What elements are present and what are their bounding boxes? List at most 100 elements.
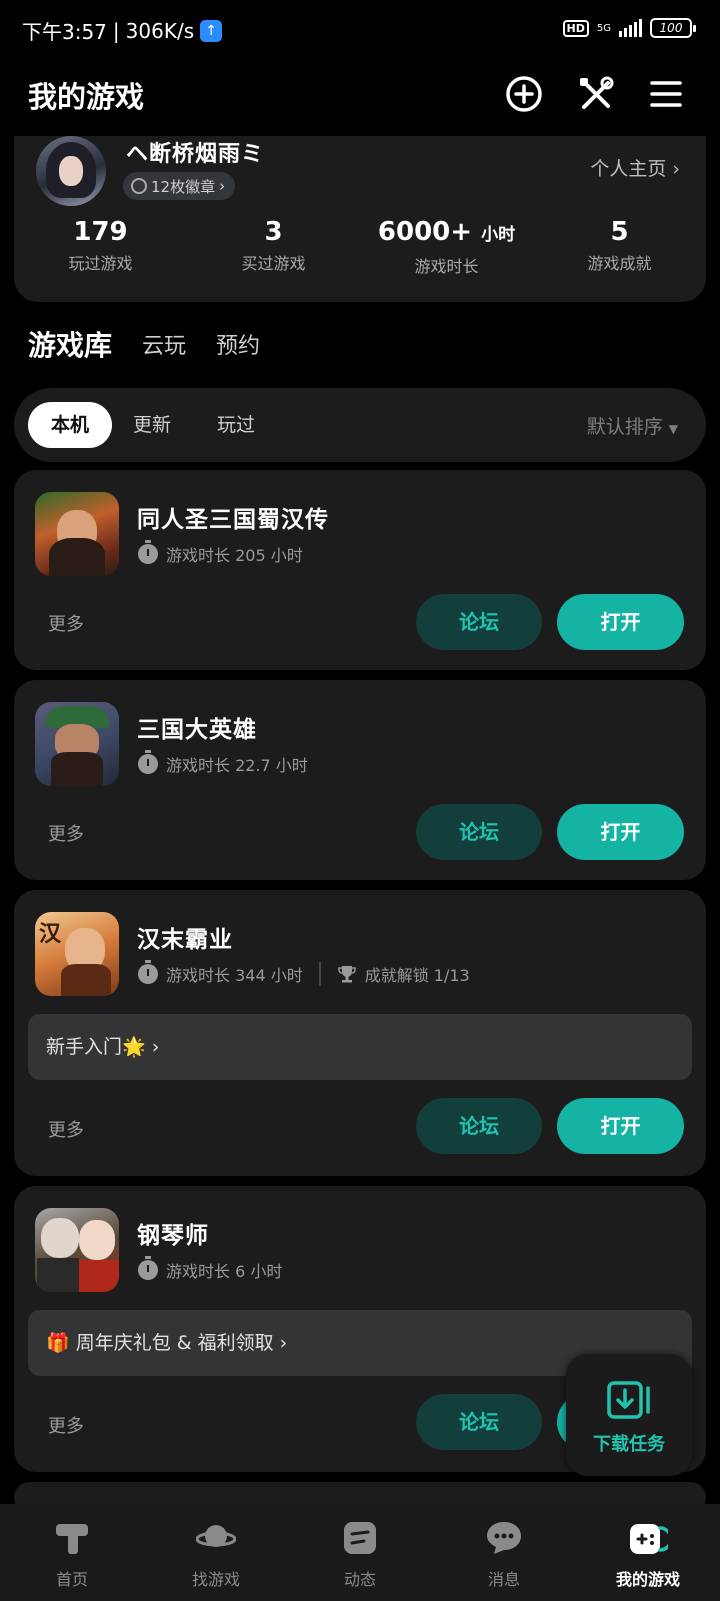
- profile-card: ヘ断桥烟雨ミ 12枚徽章 › 个人主页 › 179 玩过游戏 3 买过游戏 60…: [14, 136, 706, 302]
- stat-value: 3: [264, 217, 283, 247]
- timer-icon: [138, 960, 158, 984]
- game-card[interactable]: 同人圣三国蜀汉传 游戏时长 205 小时 更多 论坛 打开: [14, 470, 706, 670]
- menu-icon[interactable]: [646, 74, 686, 114]
- nav-label: 动态: [343, 1570, 376, 1589]
- medal-icon: [131, 178, 147, 194]
- game-meta: 游戏时长 22.7 小时: [138, 750, 308, 776]
- filter-local[interactable]: 本机: [28, 402, 112, 448]
- tab-reservations[interactable]: 预约: [216, 328, 260, 364]
- battery-icon: 100: [650, 18, 696, 38]
- forum-button[interactable]: 论坛: [416, 1098, 542, 1154]
- stat-label: 游戏时长: [414, 257, 479, 276]
- game-name: 三国大英雄: [137, 717, 257, 743]
- stats-row: 179 玩过游戏 3 买过游戏 6000+ 小时 游戏时长 5 游戏成就: [14, 216, 706, 277]
- stat-playtime[interactable]: 6000+ 小时 游戏时长: [360, 216, 533, 277]
- more-button[interactable]: 更多: [48, 610, 84, 636]
- filter-played[interactable]: 玩过: [200, 402, 272, 448]
- stat-achievements[interactable]: 5 游戏成就: [533, 216, 706, 277]
- gamepad-icon: [630, 1524, 668, 1554]
- chevron-right-icon: ›: [279, 1332, 288, 1354]
- stat-unit: 小时: [481, 225, 516, 245]
- status-separator: |: [112, 18, 120, 43]
- more-button[interactable]: 更多: [48, 1412, 84, 1438]
- tools-icon[interactable]: [576, 74, 616, 114]
- download-tasks-button[interactable]: 下载任务: [566, 1354, 692, 1476]
- chevron-right-icon: ›: [672, 158, 680, 180]
- medals-label: 12枚徽章: [151, 177, 216, 196]
- more-button[interactable]: 更多: [48, 1116, 84, 1142]
- nav-label: 消息: [487, 1570, 520, 1589]
- game-card[interactable]: 三国大英雄 游戏时长 22.7 小时 更多 论坛 打开: [14, 680, 706, 880]
- open-button[interactable]: 打开: [557, 804, 684, 860]
- stat-bought[interactable]: 3 买过游戏: [187, 216, 360, 277]
- bottom-nav: 首页 找游戏 动态 消息 我的游戏: [0, 1504, 720, 1601]
- stat-value: 6000+: [377, 217, 473, 247]
- game-name: 汉末霸业: [137, 927, 233, 953]
- more-button[interactable]: 更多: [48, 820, 84, 846]
- game-meta: 游戏时长 344 小时 成就解锁 1/13: [138, 960, 470, 986]
- game-icon: [35, 492, 119, 576]
- network-speed: 306K/s: [125, 18, 195, 43]
- tab-cloud-play[interactable]: 云玩: [142, 328, 186, 364]
- nav-messages[interactable]: 消息: [432, 1504, 576, 1601]
- status-left: 下午3:57 | 306K/s ↑: [22, 16, 223, 45]
- game-playtime: 游戏时长 205 小时: [166, 546, 303, 565]
- medals-button[interactable]: 12枚徽章 ›: [123, 172, 236, 200]
- sort-label: 默认排序: [586, 416, 663, 438]
- hd-badge: HD: [562, 19, 589, 37]
- stat-label: 玩过游戏: [68, 254, 133, 273]
- filter-updates[interactable]: 更新: [116, 402, 188, 448]
- nav-label: 首页: [55, 1570, 88, 1589]
- forum-button[interactable]: 论坛: [416, 804, 542, 860]
- tab-game-library[interactable]: 游戏库: [28, 324, 113, 364]
- username: ヘ断桥烟雨ミ: [126, 142, 265, 167]
- nav-home[interactable]: 首页: [0, 1504, 144, 1601]
- download-tasks-label: 下载任务: [593, 1434, 665, 1455]
- promo-banner[interactable]: 新手入门🌟 ›: [28, 1014, 692, 1080]
- timer-icon: [138, 750, 158, 774]
- nav-find-games[interactable]: 找游戏: [144, 1504, 288, 1601]
- game-name: 同人圣三国蜀汉传: [137, 507, 329, 533]
- filter-bar: 本机 更新 玩过 默认排序 ▼: [14, 388, 706, 462]
- open-button[interactable]: 打开: [557, 594, 684, 650]
- forum-button[interactable]: 论坛: [416, 1394, 542, 1450]
- game-playtime: 游戏时长 22.7 小时: [166, 756, 308, 775]
- feed-icon: [344, 1522, 376, 1554]
- chat-bubble-icon: [487, 1522, 521, 1554]
- stat-label: 游戏成就: [587, 254, 652, 273]
- game-meta: 游戏时长 205 小时: [138, 540, 303, 566]
- stat-label: 买过游戏: [241, 254, 306, 273]
- homepage-link[interactable]: 个人主页 ›: [590, 154, 680, 181]
- game-meta: 游戏时长 6 小时: [138, 1256, 282, 1282]
- game-card[interactable]: 汉 汉末霸业 游戏时长 344 小时 成就解锁 1/13 新手入门🌟 › 更多 …: [14, 890, 706, 1176]
- sort-dropdown[interactable]: 默认排序 ▼: [587, 412, 678, 439]
- caret-down-icon: ▼: [668, 422, 678, 436]
- stat-played[interactable]: 179 玩过游戏: [14, 216, 187, 277]
- nav-label: 找游戏: [191, 1570, 240, 1589]
- game-icon: [35, 1208, 119, 1292]
- page-title: 我的游戏: [28, 80, 145, 114]
- chevron-right-icon: ›: [219, 177, 226, 195]
- nav-my-games[interactable]: 我的游戏: [576, 1504, 720, 1601]
- open-button[interactable]: 打开: [557, 1098, 684, 1154]
- timer-icon: [138, 540, 158, 564]
- planet-icon: [196, 1525, 236, 1547]
- game-icon: 汉: [35, 912, 119, 996]
- game-achievement: 成就解锁 1/13: [364, 966, 470, 985]
- home-icon: [56, 1524, 88, 1554]
- status-bar: 下午3:57 | 306K/s ↑ HD 5G 100: [0, 0, 720, 60]
- game-playtime: 游戏时长 344 小时: [166, 966, 303, 985]
- game-icon: [35, 702, 119, 786]
- promo-label: 新手入门🌟: [46, 1036, 146, 1058]
- forum-button[interactable]: 论坛: [416, 594, 542, 650]
- avatar[interactable]: [36, 136, 106, 206]
- meta-divider: [318, 962, 321, 986]
- signal-icon: [619, 19, 642, 37]
- timer-icon: [138, 1256, 158, 1280]
- add-circle-icon[interactable]: [504, 74, 544, 114]
- nav-feed[interactable]: 动态: [288, 1504, 432, 1601]
- homepage-label: 个人主页: [590, 158, 667, 180]
- app-header: 我的游戏: [0, 60, 720, 136]
- status-time: 下午3:57: [22, 20, 107, 44]
- main-tabs: 游戏库 云玩 预约: [28, 324, 260, 364]
